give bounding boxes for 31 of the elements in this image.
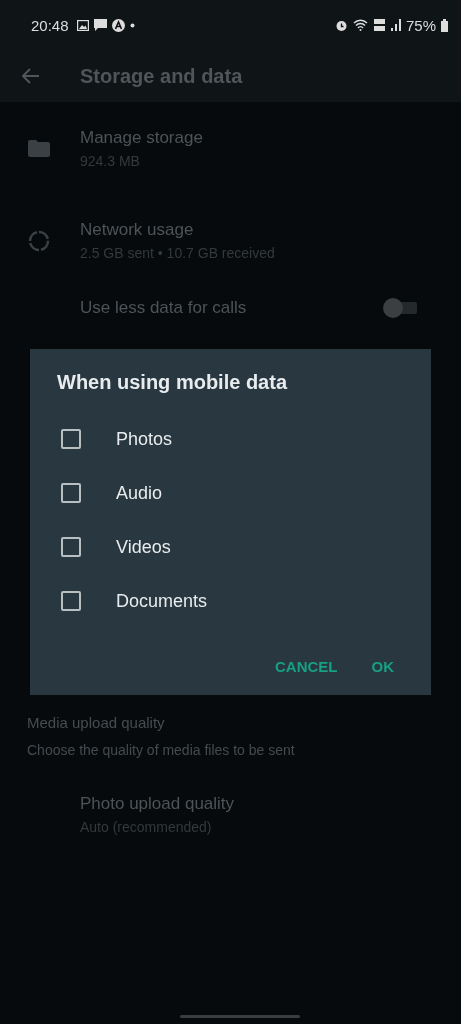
option-label: Videos — [116, 536, 171, 558]
circle-icon — [28, 229, 50, 252]
message-icon — [93, 19, 107, 31]
alarm-icon — [334, 18, 348, 32]
setting-title: Use less data for calls — [80, 298, 248, 318]
section-description: Choose the quality of media files to be sent — [26, 742, 296, 758]
folder-icon — [28, 140, 50, 157]
dialog-button[interactable]: CANCEL — [265, 650, 348, 683]
notification-dot-icon — [129, 22, 135, 28]
screen-title: Storage and data — [80, 64, 243, 88]
setting-title: Photo upload quality — [80, 794, 236, 814]
battery-percent: 75% — [405, 16, 436, 34]
option-label: Documents — [116, 590, 208, 612]
section-header: Media upload quality — [26, 714, 166, 731]
option-label: Audio — [116, 482, 163, 504]
status-time: 20:48 — [31, 16, 69, 34]
app-logo-icon — [111, 18, 125, 32]
setting-title: Network usage — [80, 220, 195, 240]
option-label: Photos — [116, 428, 173, 450]
signal-icon — [390, 19, 401, 31]
back-arrow-icon[interactable] — [22, 68, 40, 84]
checkbox[interactable] — [61, 483, 81, 503]
checkbox[interactable] — [61, 591, 81, 611]
setting-title: Manage storage — [80, 128, 204, 148]
battery-icon — [441, 18, 448, 32]
dialog-button[interactable]: OK — [361, 650, 404, 683]
wifi-icon — [352, 19, 368, 31]
checkbox[interactable] — [61, 537, 81, 557]
gallery-icon — [76, 19, 89, 31]
dialog-title: When using mobile data — [57, 371, 289, 394]
checkbox[interactable] — [61, 429, 81, 449]
